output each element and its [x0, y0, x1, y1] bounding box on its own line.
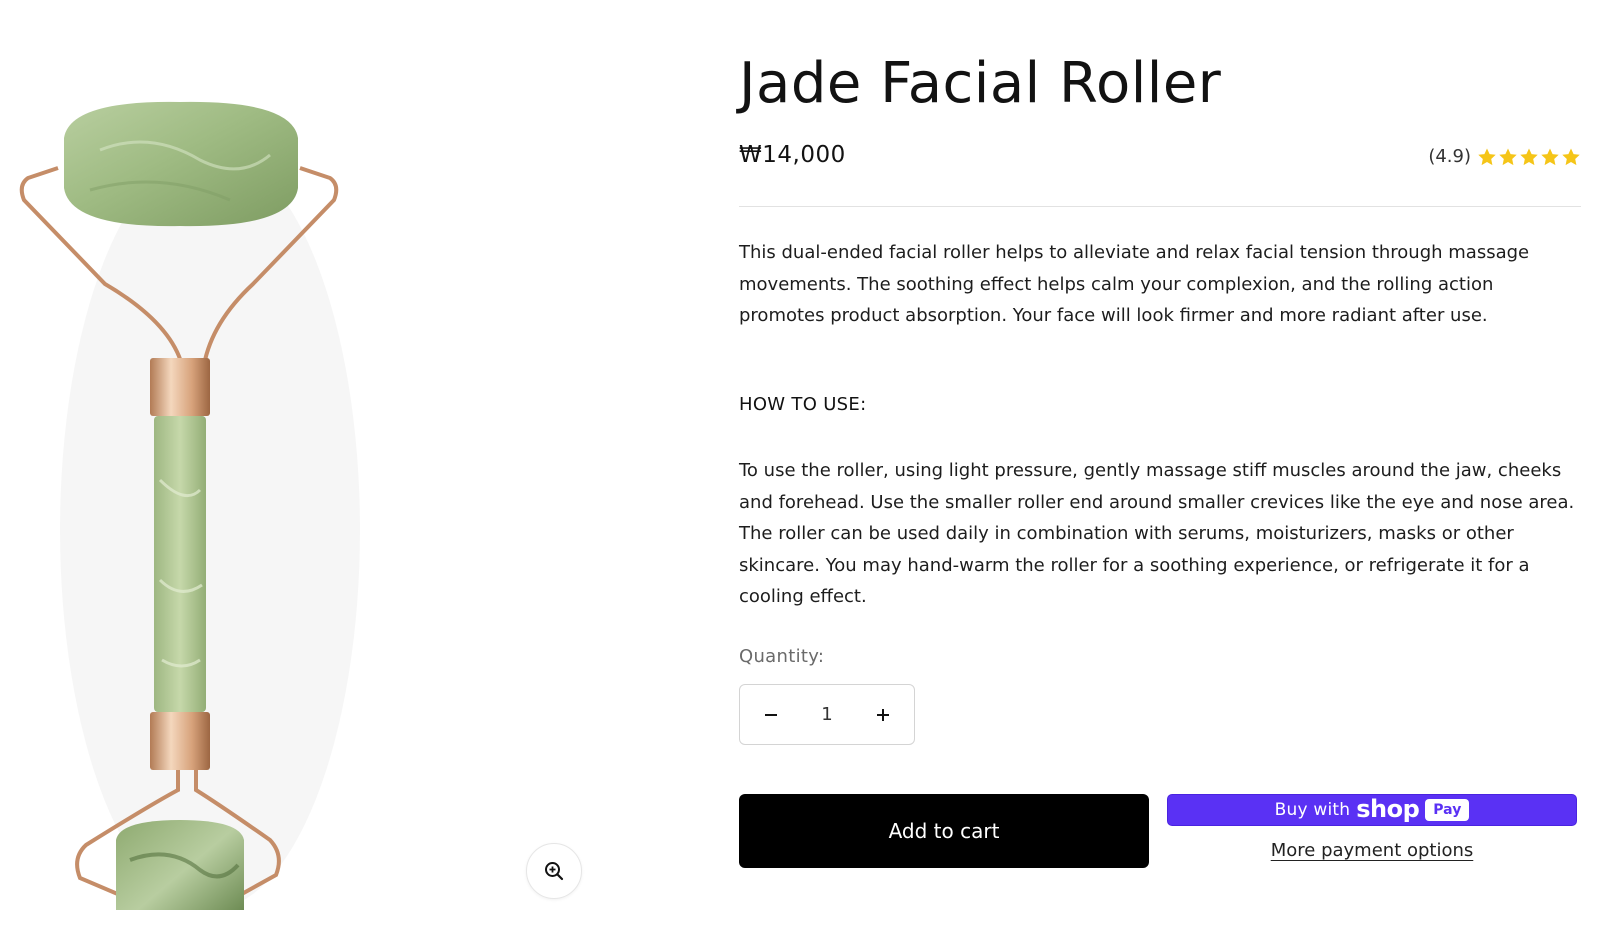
quantity-input[interactable]: [802, 704, 852, 725]
product-title: Jade Facial Roller: [739, 51, 1222, 116]
how-to-heading: HOW TO USE:: [739, 394, 867, 415]
product-media: [0, 0, 620, 926]
product-description: This dual-ended facial roller helps to a…: [739, 242, 1530, 326]
star-icon: [1478, 148, 1496, 165]
divider: [739, 206, 1581, 207]
product-image[interactable]: [0, 60, 400, 910]
product-rating[interactable]: (4.9): [1428, 146, 1581, 167]
product-page: Jade Facial Roller ₩14,000 (4.9) This du…: [0, 0, 1600, 926]
star-icon: [1520, 148, 1538, 165]
product-price: ₩14,000: [739, 142, 846, 168]
quantity-stepper: [739, 684, 915, 745]
quantity-decrease-button[interactable]: [754, 698, 788, 732]
rating-text: (4.9): [1428, 146, 1471, 167]
shop-pay-prefix: Buy with: [1274, 800, 1351, 820]
quantity-increase-button[interactable]: [866, 698, 900, 732]
shop-pay-button[interactable]: Buy with shop Pay: [1167, 794, 1577, 826]
shop-pay-logo: shop: [1356, 794, 1420, 823]
minus-icon: [765, 713, 777, 716]
how-to-description: To use the roller, using light pressure,…: [739, 460, 1575, 607]
shop-pay-badge: Pay: [1425, 799, 1470, 821]
star-icon: [1541, 148, 1559, 165]
quantity-label: Quantity:: [739, 646, 825, 667]
rating-stars: [1477, 147, 1581, 167]
add-to-cart-button[interactable]: Add to cart: [739, 794, 1149, 868]
plus-icon: [877, 708, 889, 721]
more-payment-options-link[interactable]: More payment options: [1167, 840, 1577, 861]
zoom-button[interactable]: [526, 843, 582, 899]
star-icon: [1562, 148, 1580, 165]
zoom-in-icon: [545, 862, 564, 881]
star-icon: [1499, 148, 1517, 165]
